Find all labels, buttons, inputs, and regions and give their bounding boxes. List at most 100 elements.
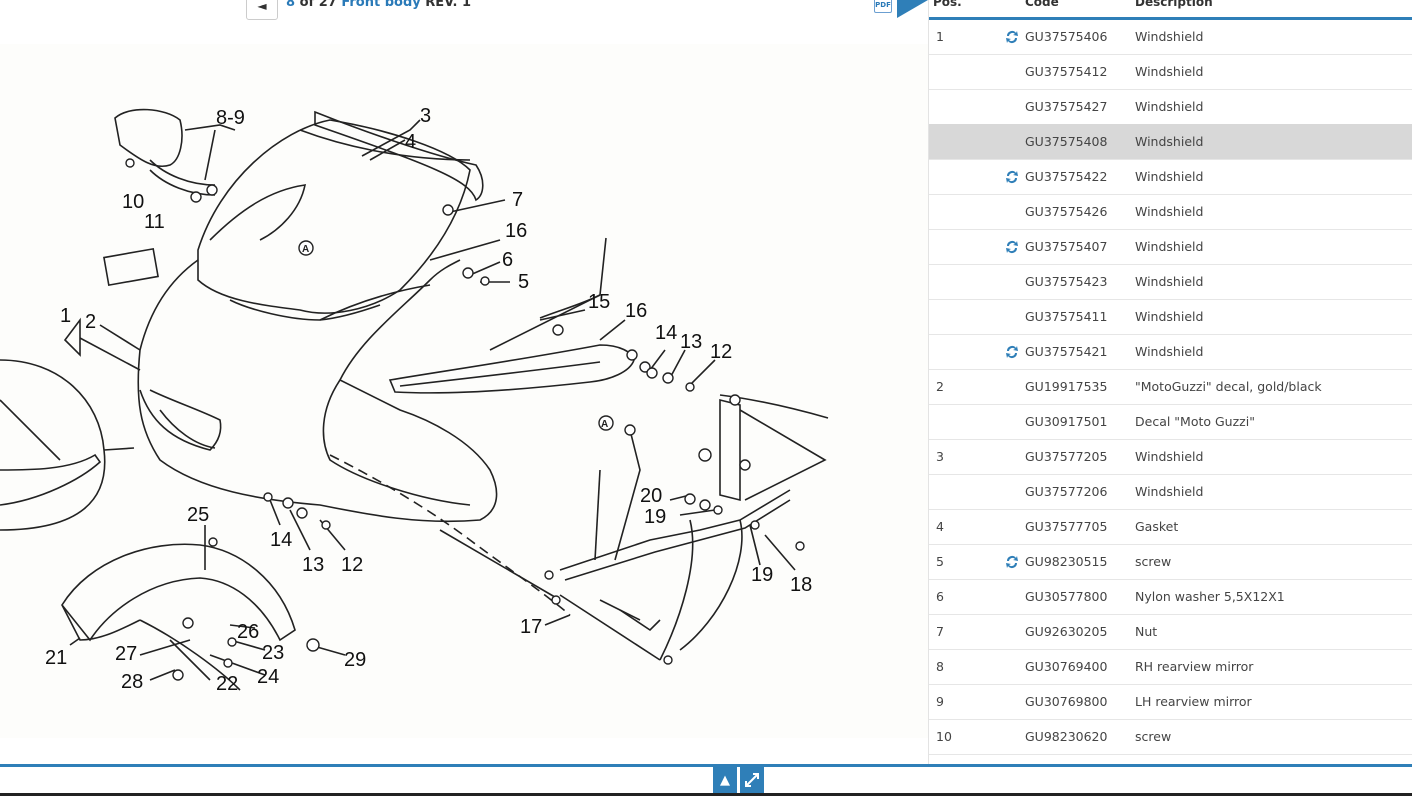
table-row[interactable]: 2 GU19917535 "MotoGuzzi" decal, gold/black — [929, 369, 1412, 405]
row-code: GU37575422 — [1025, 169, 1108, 184]
table-row[interactable]: 6 GU30577800 Nylon washer 5,5X12X1 — [929, 579, 1412, 615]
table-row[interactable]: 10 GU98230620 screw — [929, 719, 1412, 755]
row-description: Decal "Moto Guzzi" — [1135, 414, 1255, 429]
revision-label: REV. 1 — [425, 0, 472, 10]
row-description: Windshield — [1135, 204, 1204, 219]
row-pos: 5 — [936, 554, 944, 569]
row-description: Gasket — [1135, 519, 1179, 534]
svg-text:8-9: 8-9 — [216, 107, 245, 129]
page-number-link[interactable]: 8 — [286, 0, 295, 10]
table-row[interactable]: GU37575423 Windshield — [929, 264, 1412, 300]
row-code: GU30917501 — [1025, 414, 1108, 429]
substitution-icon[interactable] — [1004, 554, 1020, 570]
row-code: GU19917535 — [1025, 379, 1108, 394]
row-pos: 9 — [936, 694, 944, 709]
table-row[interactable]: GU37575422 Windshield — [929, 159, 1412, 195]
svg-text:6: 6 — [502, 249, 513, 271]
row-code: GU37577206 — [1025, 484, 1108, 499]
header-description[interactable]: Description — [1135, 0, 1213, 9]
table-row[interactable]: GU37575426 Windshield — [929, 194, 1412, 230]
row-pos: 4 — [936, 519, 944, 534]
svg-text:17: 17 — [520, 616, 542, 638]
table-row[interactable]: GU37575411 Windshield — [929, 299, 1412, 335]
substitution-icon[interactable] — [1004, 239, 1020, 255]
collapse-up-button[interactable]: ▲ — [713, 767, 737, 793]
row-description: Windshield — [1135, 344, 1204, 359]
svg-text:13: 13 — [680, 331, 702, 353]
svg-text:12: 12 — [710, 341, 732, 363]
row-description: screw — [1135, 554, 1172, 569]
row-code: GU98230620 — [1025, 729, 1108, 744]
pdf-icon[interactable]: PDF — [874, 0, 892, 13]
row-description: Windshield — [1135, 99, 1204, 114]
svg-text:1: 1 — [60, 305, 71, 327]
table-row[interactable]: 9 GU30769800 LH rearview mirror — [929, 684, 1412, 720]
table-row[interactable]: 8 GU30769400 RH rearview mirror — [929, 649, 1412, 685]
svg-text:4: 4 — [405, 131, 416, 153]
table-row[interactable]: 4 GU37577705 Gasket — [929, 509, 1412, 545]
svg-text:22: 22 — [216, 673, 238, 695]
row-description: Nut — [1135, 624, 1158, 639]
table-row[interactable]: GU37575412 Windshield — [929, 54, 1412, 90]
row-code: GU30577800 — [1025, 589, 1108, 604]
svg-text:19: 19 — [644, 506, 666, 528]
diagram-header: ◄ 8 of 27 Front body REV. 1 PDF — [0, 0, 928, 30]
back-button[interactable]: ◄ — [246, 0, 278, 20]
substitution-icon[interactable] — [1004, 169, 1020, 185]
row-code: GU37577705 — [1025, 519, 1108, 534]
table-row[interactable]: 7 GU92630205 Nut — [929, 614, 1412, 650]
row-description: Windshield — [1135, 309, 1204, 324]
row-code: GU37575408 — [1025, 134, 1108, 149]
table-row[interactable]: GU37575408 Windshield — [929, 124, 1412, 160]
table-row[interactable]: GU37575421 Windshield — [929, 334, 1412, 370]
table-row[interactable]: 1 GU37575406 Windshield — [929, 19, 1412, 55]
row-pos: 6 — [936, 589, 944, 604]
svg-text:12: 12 — [341, 554, 363, 576]
caret-up-icon: ▲ — [720, 772, 730, 788]
svg-text:27: 27 — [115, 643, 137, 665]
row-pos: 1 — [936, 29, 944, 44]
parts-diagram[interactable]: 12 34 567 8-9 10 11 12 13 14 15 16 16 12 13 14 1… — [0, 44, 928, 738]
row-code: GU37575407 — [1025, 239, 1108, 254]
svg-text:25: 25 — [187, 504, 209, 526]
row-code: GU37575411 — [1025, 309, 1108, 324]
row-description: Windshield — [1135, 239, 1204, 254]
row-description: Windshield — [1135, 484, 1204, 499]
table-row[interactable]: GU37575427 Windshield — [929, 89, 1412, 125]
expand-button[interactable] — [740, 767, 764, 793]
substitution-icon[interactable] — [1004, 29, 1020, 45]
header-code[interactable]: Code — [1025, 0, 1059, 9]
expand-arrows-icon — [745, 773, 759, 787]
row-description: Windshield — [1135, 134, 1204, 149]
row-description: Windshield — [1135, 274, 1204, 289]
table-row[interactable]: GU30917501 Decal "Moto Guzzi" — [929, 404, 1412, 440]
svg-text:14: 14 — [270, 529, 292, 551]
svg-text:18: 18 — [790, 574, 812, 596]
corner-tab — [897, 0, 928, 18]
svg-text:10: 10 — [122, 191, 144, 213]
row-description: RH rearview mirror — [1135, 659, 1254, 674]
breadcrumb: 8 of 27 Front body REV. 1 — [286, 0, 471, 10]
table-row[interactable]: 5 GU98230515 screw — [929, 544, 1412, 580]
substitution-icon[interactable] — [1004, 344, 1020, 360]
svg-text:20: 20 — [640, 485, 662, 507]
svg-text:29: 29 — [344, 649, 366, 671]
row-pos: 7 — [936, 624, 944, 639]
row-code: GU37575421 — [1025, 344, 1108, 359]
svg-text:24: 24 — [257, 666, 279, 688]
row-description: Windshield — [1135, 449, 1204, 464]
row-description: Windshield — [1135, 169, 1204, 184]
table-row[interactable]: GU37577206 Windshield — [929, 474, 1412, 510]
section-link[interactable]: Front body — [341, 0, 420, 10]
table-row[interactable]: 3 GU37577205 Windshield — [929, 439, 1412, 475]
table-row[interactable]: GU37575407 Windshield — [929, 229, 1412, 265]
row-code: GU37575412 — [1025, 64, 1108, 79]
row-code: GU30769400 — [1025, 659, 1108, 674]
row-description: LH rearview mirror — [1135, 694, 1252, 709]
parts-table: Pos. Code Description 1 GU37575406 Windshi… — [928, 0, 1412, 764]
svg-text:26: 26 — [237, 621, 259, 643]
row-description: Nylon washer 5,5X12X1 — [1135, 589, 1285, 604]
row-code: GU37577205 — [1025, 449, 1108, 464]
header-pos[interactable]: Pos. — [933, 0, 962, 9]
svg-text:2: 2 — [85, 311, 96, 333]
